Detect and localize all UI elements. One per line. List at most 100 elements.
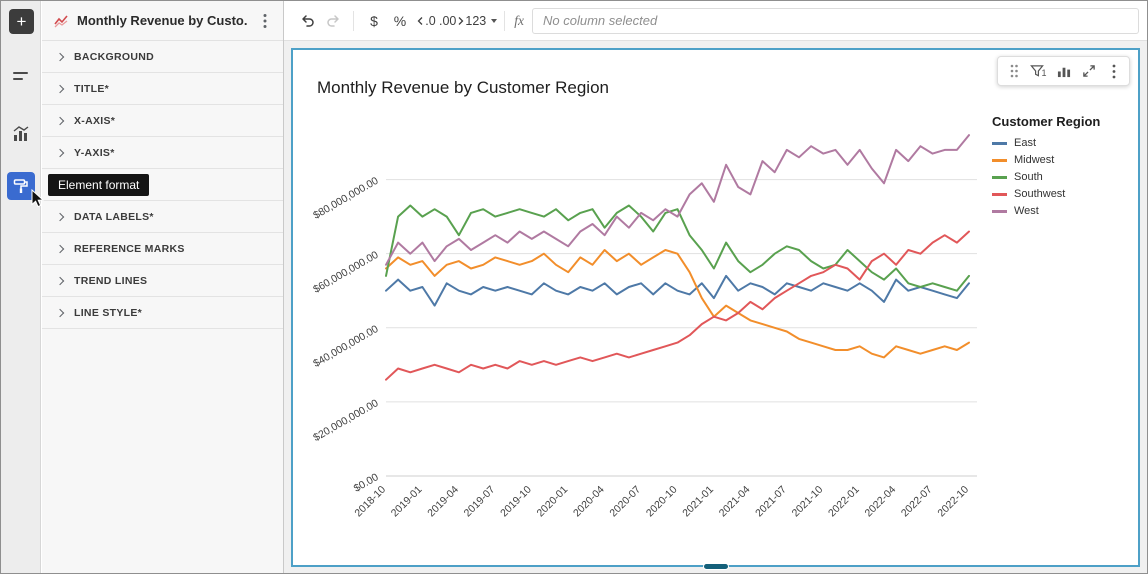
x-axis-tick-label: 2019-10 <box>498 484 534 520</box>
x-axis-tick-label: 2020-04 <box>571 484 607 520</box>
percent-format-button[interactable]: % <box>387 8 413 34</box>
element-title: Monthly Revenue by Custo... <box>77 13 247 28</box>
format-panel-header: Monthly Revenue by Custo... <box>42 1 283 41</box>
format-panel: Monthly Revenue by Custo... BACKGROUND T… <box>42 1 284 573</box>
chevron-right-icon <box>55 148 65 157</box>
chart-legend: Customer Region East Midwest South Southwes… <box>992 114 1130 222</box>
decrease-decimal-button[interactable]: .0 <box>413 8 439 34</box>
element-properties-icon <box>13 126 29 141</box>
line-chart-element-icon <box>54 15 68 28</box>
x-axis-tick-label: 2020-07 <box>607 484 643 520</box>
toolbar-divider <box>504 10 506 31</box>
increase-decimal-button[interactable]: .00 <box>439 8 465 34</box>
line-chart[interactable]: $0.00$20,000,000.00$40,000,000.00$60,000… <box>301 110 987 562</box>
formatting-toolbar: $ % .0 .00 123 fx No column selected <box>284 1 1147 41</box>
legend-swatch <box>992 192 1007 196</box>
element-properties-button[interactable] <box>7 120 35 148</box>
legend-label: South <box>1014 171 1043 183</box>
legend-swatch <box>992 175 1007 179</box>
x-axis-tick-label: 2022-07 <box>899 484 935 520</box>
page-elements-icon <box>13 72 28 80</box>
element-more-menu-button[interactable] <box>1101 59 1126 83</box>
chart-type-button[interactable] <box>1051 59 1076 83</box>
app-window: + Monthly Revenue by Custo... BACKGROUND… <box>0 0 1148 574</box>
x-axis-tick-label: 2021-01 <box>680 484 716 520</box>
legend-label: East <box>1014 137 1037 149</box>
tooltip-element-format: Element format <box>48 174 150 196</box>
drag-dots-icon <box>1010 64 1018 78</box>
legend-items: East Midwest South Southwest West <box>992 137 1130 217</box>
redo-button[interactable] <box>320 8 346 34</box>
element-format-button[interactable] <box>7 172 35 200</box>
toolbar-divider <box>353 10 354 31</box>
number-format-dropdown[interactable]: 123 <box>465 8 498 34</box>
x-axis-tick-label: 2022-10 <box>935 484 971 520</box>
formula-input[interactable]: No column selected <box>532 7 1139 34</box>
chevron-right-icon <box>55 52 65 61</box>
format-section-reference-marks[interactable]: REFERENCE MARKS <box>42 233 283 265</box>
legend-label: West <box>1014 205 1039 217</box>
resize-handle[interactable] <box>702 563 729 570</box>
y-axis-tick-label: $60,000,000.00 <box>311 249 380 296</box>
filter-button[interactable]: 1 <box>1026 59 1051 83</box>
currency-format-button[interactable]: $ <box>361 8 387 34</box>
kebab-menu-icon <box>263 13 267 28</box>
caret-down-icon <box>491 18 498 23</box>
series-line-midwest[interactable] <box>385 249 970 359</box>
chart-element[interactable]: 1 Monthly Revenue by Customer Region $0.… <box>291 48 1140 570</box>
legend-item: Midwest <box>992 154 1130 166</box>
y-axis-tick-label: $80,000,000.00 <box>311 175 380 222</box>
workspace-canvas: 1 Monthly Revenue by Customer Region $0.… <box>284 41 1147 573</box>
x-axis-tick-label: 2019-01 <box>389 484 425 520</box>
redo-icon <box>326 15 339 27</box>
element-floating-toolbar: 1 <box>997 56 1130 86</box>
series-line-west[interactable] <box>385 134 970 266</box>
page-elements-button[interactable] <box>7 62 35 90</box>
format-section-line-style[interactable]: LINE STYLE* <box>42 297 283 329</box>
format-section-y-axis[interactable]: Y-AXIS* <box>42 137 283 169</box>
legend-swatch <box>992 209 1007 213</box>
x-axis-tick-label: 2021-07 <box>753 484 789 520</box>
x-axis-tick-label: 2020-01 <box>535 484 571 520</box>
y-axis-tick-label: $20,000,000.00 <box>311 397 380 444</box>
format-section-background[interactable]: BACKGROUND <box>42 41 283 73</box>
format-section-x-axis[interactable]: X-AXIS* <box>42 105 283 137</box>
bar-chart-icon <box>1057 67 1070 78</box>
chart-title: Monthly Revenue by Customer Region <box>317 78 609 97</box>
maximize-button[interactable] <box>1076 59 1101 83</box>
drag-handle[interactable] <box>1001 59 1026 83</box>
chevron-right-icon <box>55 244 65 253</box>
series-line-east[interactable] <box>385 274 970 307</box>
x-axis-tick-label: 2021-04 <box>717 484 753 520</box>
format-section-trend-lines[interactable]: TREND LINES <box>42 265 283 297</box>
y-axis-tick-label: $40,000,000.00 <box>311 323 380 370</box>
chevron-right-icon <box>55 276 65 285</box>
legend-swatch <box>992 141 1007 145</box>
x-axis-tick-label: 2019-04 <box>425 484 461 520</box>
legend-label: Southwest <box>1014 188 1066 200</box>
element-format-icon <box>13 179 28 193</box>
plot-area: $0.00 $20,000,000.00 $40,000,000.00 $60,000… <box>301 110 987 567</box>
legend-item: Southwest <box>992 188 1130 200</box>
add-element-button[interactable]: + <box>9 9 34 34</box>
chevron-right-icon <box>55 116 65 125</box>
legend-item: West <box>992 205 1130 217</box>
chevron-right-icon <box>55 84 65 93</box>
format-section-data-labels[interactable]: DATA LABELS* <box>42 201 283 233</box>
kebab-menu-icon <box>1112 64 1115 78</box>
undo-icon <box>301 15 314 27</box>
arrow-right-icon <box>458 16 464 25</box>
chevron-right-icon <box>55 308 65 317</box>
undo-button[interactable] <box>294 8 320 34</box>
legend-item: South <box>992 171 1130 183</box>
element-menu-button[interactable] <box>255 9 275 33</box>
legend-title: Customer Region <box>992 114 1101 129</box>
chevron-right-icon <box>55 212 65 221</box>
format-section-title[interactable]: TITLE* <box>42 73 283 105</box>
x-axis-tick-label: 2019-07 <box>462 484 498 520</box>
filter-count-badge: 1 <box>1041 68 1047 78</box>
x-axis-tick-label: 2020-10 <box>644 484 680 520</box>
x-axis-tick-label: 2021-10 <box>790 484 826 520</box>
x-axis-tick-label: 2022-04 <box>863 484 899 520</box>
legend-swatch <box>992 158 1007 162</box>
